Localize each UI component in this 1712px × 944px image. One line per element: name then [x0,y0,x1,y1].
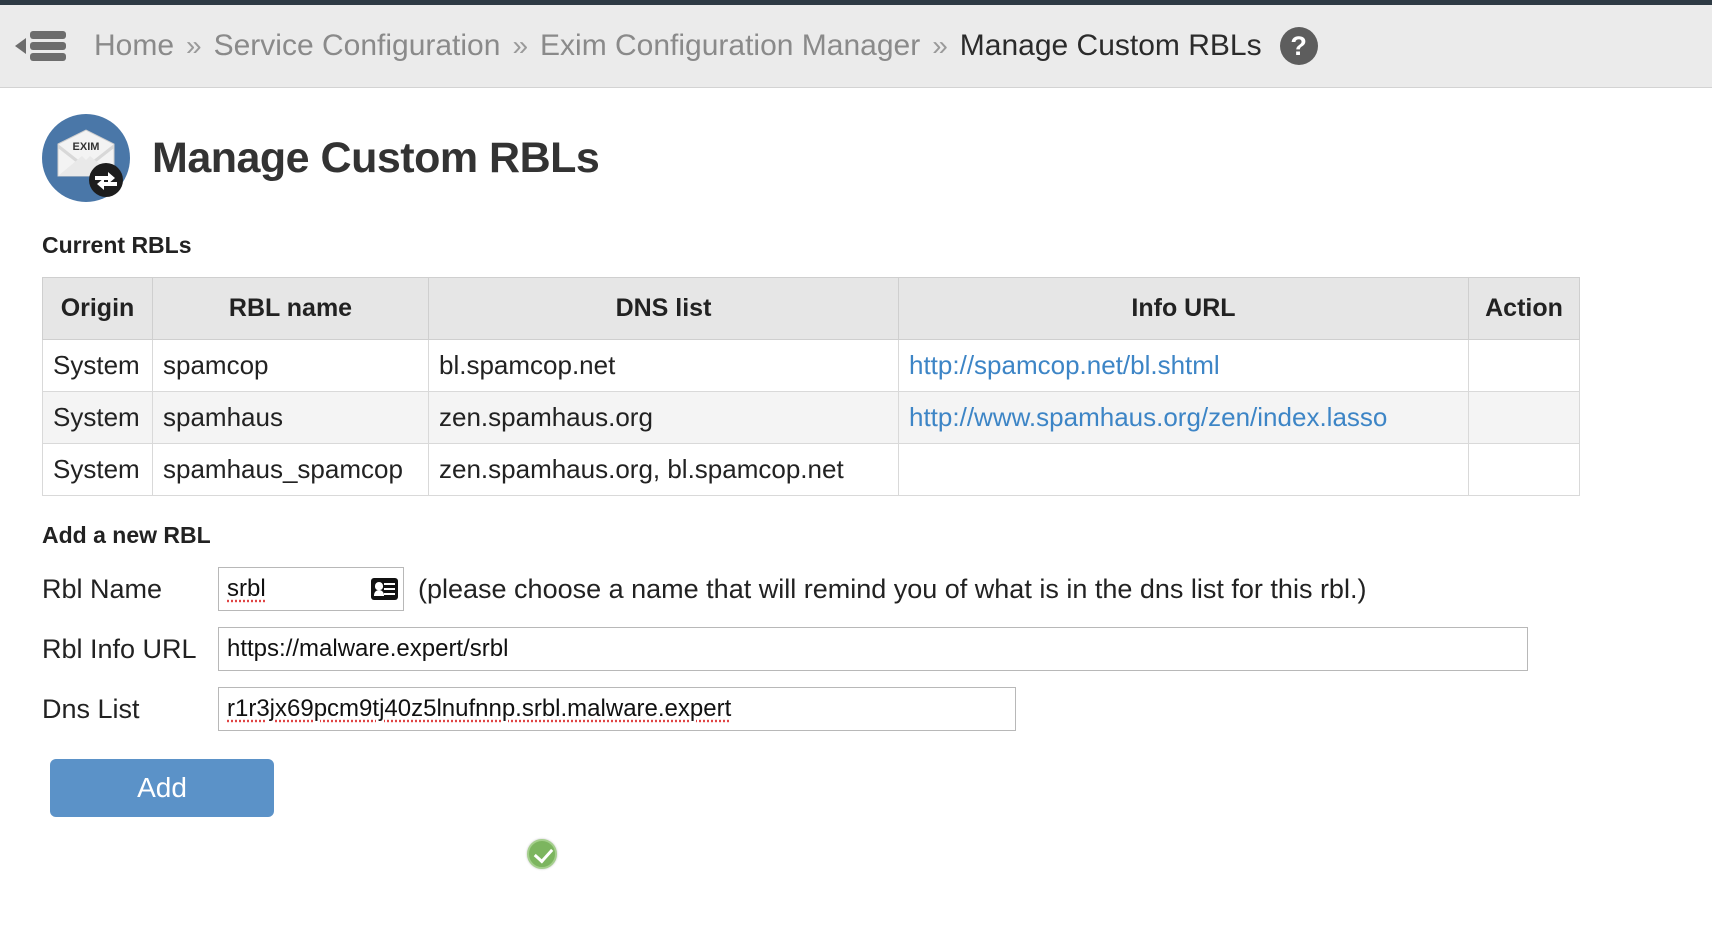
breadcrumb: Home » Service Configuration » Exim Conf… [94,27,1318,65]
table-row: System spamhaus zen.spamhaus.org http://… [42,391,1580,444]
cell-origin: System [42,339,153,392]
status-row [42,839,1042,869]
cell-info-url: http://www.spamhaus.org/zen/index.lasso [898,391,1469,444]
column-header-rbl-name: RBL name [152,277,429,340]
breadcrumb-separator-3: » [932,30,948,61]
cell-dns-list: bl.spamcop.net [428,339,899,392]
cell-action [1468,391,1580,444]
rbl-info-url-input[interactable] [218,627,1528,671]
cell-rbl-name: spamhaus [152,391,429,444]
add-rbl-heading: Add a new RBL [42,522,211,548]
dns-list-label: Dns List [42,693,140,724]
column-header-info-url: Info URL [898,277,1469,340]
page-root: Home » Service Configuration » Exim Conf… [0,0,1712,944]
breadcrumb-separator-2: » [512,30,529,61]
collapse-sidebar-icon[interactable] [14,24,66,68]
card-line-2 [384,588,395,590]
column-header-action: Action [1468,277,1580,340]
page-header: EXIM Manage Custom RBLs [42,114,1712,202]
card-line-1 [384,583,395,585]
breadcrumb-item-manage-custom-rbls: Manage Custom RBLs [959,29,1262,62]
add-button[interactable]: Add [50,759,274,817]
card-line-3 [384,593,395,595]
cell-origin: System [42,391,153,444]
page-title: Manage Custom RBLs [152,133,600,182]
form-row-rbl-info-url: Rbl Info URL [42,627,1712,671]
table-header-row: Origin RBL name DNS list Info URL Action [42,277,1580,340]
collapse-arrow-glyph [15,38,26,54]
column-header-origin: Origin [42,277,153,340]
rbl-name-hint: (please choose a name that will remind y… [418,573,1367,604]
main-content: EXIM Manage Custom RBLs Current RBLs Ori… [0,88,1712,869]
form-row-dns-list: Dns List [42,687,1712,731]
cell-info-url: http://spamcop.net/bl.shtml [898,339,1469,392]
current-rbls-table: Origin RBL name DNS list Info URL Action… [42,277,1580,496]
breadcrumb-separator-1: » [186,30,202,61]
hamburger-bar-1 [30,31,66,39]
exim-mail-exchange-logo: EXIM [42,114,130,202]
help-circle-icon[interactable]: ? [1279,27,1318,65]
info-url-link[interactable]: http://spamcop.net/bl.shtml [909,350,1220,380]
person-glyph [374,582,384,596]
current-rbls-heading: Current RBLs [42,232,192,258]
breadcrumb-item-home[interactable]: Home [94,29,174,63]
form-row-rbl-name: Rbl Name (please choose a name that will… [42,567,1712,611]
contact-card-autofill-icon[interactable] [371,578,398,600]
cell-info-url [898,443,1469,496]
table-body: System spamcop bl.spamcop.net http://spa… [42,339,1580,496]
info-url-link[interactable]: http://www.spamhaus.org/zen/index.lasso [909,402,1387,432]
logo-artwork: EXIM [57,129,123,197]
hamburger-bar-3 [30,53,66,61]
cell-origin: System [42,443,153,496]
cell-rbl-name: spamcop [152,339,429,392]
breadcrumb-item-service-configuration[interactable]: Service Configuration [214,29,501,63]
cell-action [1468,339,1580,392]
rbl-name-label: Rbl Name [42,573,163,604]
cell-action [1468,443,1580,496]
svg-text:EXIM: EXIM [73,141,100,153]
table-row: System spamcop bl.spamcop.net http://spa… [42,339,1580,392]
table-head: Origin RBL name DNS list Info URL Action [42,277,1580,340]
breadcrumb-bar: Home » Service Configuration » Exim Conf… [0,5,1712,88]
column-header-dns-list: DNS list [428,277,899,340]
cell-dns-list: zen.spamhaus.org [428,391,899,444]
cell-rbl-name: spamhaus_spamcop [152,443,429,496]
cell-dns-list: zen.spamhaus.org, bl.spamcop.net [428,443,899,496]
rbl-info-url-label: Rbl Info URL [42,633,197,664]
dns-list-input[interactable] [218,687,1016,731]
add-rbl-form: Rbl Name (please choose a name that will… [42,567,1712,869]
hamburger-bar-2 [30,42,66,50]
breadcrumb-item-exim-configuration-manager[interactable]: Exim Configuration Manager [540,29,920,63]
success-check-icon [527,839,557,869]
rbl-name-input-wrapper [218,567,404,611]
table-row: System spamhaus_spamcop zen.spamhaus.org… [42,443,1580,496]
